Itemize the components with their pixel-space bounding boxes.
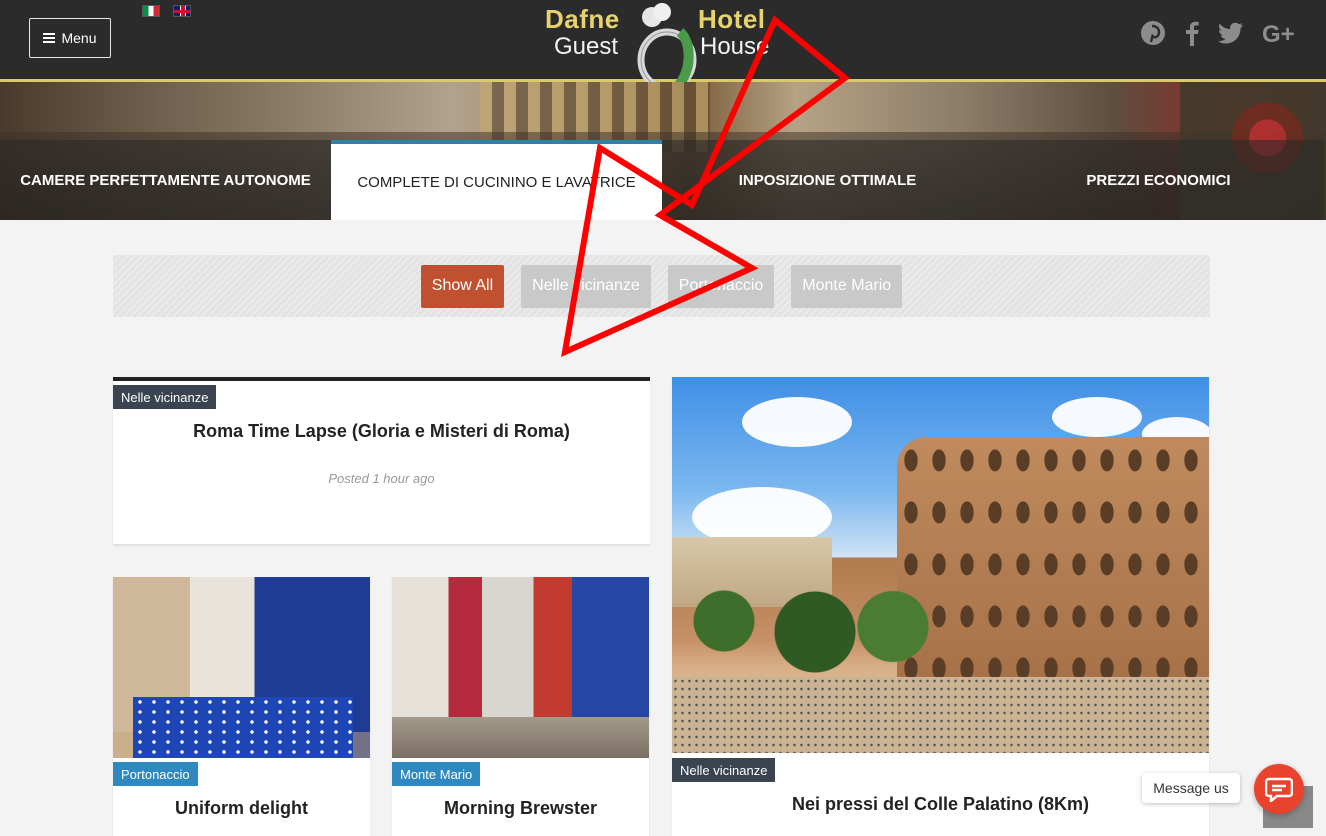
post-card[interactable]: Nelle vicinanze Roma Time Lapse (Gloria …	[113, 377, 650, 544]
svg-text:G+: G+	[1262, 21, 1295, 46]
twitter-icon[interactable]	[1218, 22, 1244, 44]
category-badge[interactable]: Portonaccio	[113, 762, 198, 786]
logo-text-dafne: Dafne	[545, 4, 620, 34]
social-links: G+	[1140, 20, 1300, 46]
menu-label: Menu	[61, 30, 97, 46]
filter-monte-mario[interactable]: Monte Mario	[791, 264, 903, 308]
category-badge[interactable]: Nelle vicinanze	[113, 385, 217, 409]
post-date: Posted 1 hour ago	[328, 471, 435, 486]
english-flag-icon[interactable]	[173, 5, 191, 17]
room-photo[interactable]	[113, 577, 370, 758]
tab-camere-autonome[interactable]: CAMERE PERFETTAMENTE AUTONOME	[0, 140, 331, 220]
category-badge[interactable]: Nelle vicinanze	[672, 758, 776, 782]
tab-prezzi-economici[interactable]: PREZZI ECONOMICI	[993, 140, 1324, 220]
facebook-icon[interactable]	[1184, 20, 1200, 46]
chat-button[interactable]	[1254, 764, 1304, 814]
site-header: Menu Dafne Hotel Guest House G+	[0, 0, 1326, 94]
post-title[interactable]: Nei pressi del Colle Palatino (8Km)	[672, 794, 1209, 815]
category-filter-bar: Show All Nelle vicinanze Portonaccio Mon…	[113, 255, 1210, 317]
logo-text-house: House	[700, 33, 770, 60]
pinterest-icon[interactable]	[1140, 20, 1166, 46]
logo-text-guest: Guest	[554, 33, 619, 60]
tab-posizione-ottimale[interactable]: INPOSIZIONE OTTIMALE	[662, 140, 993, 220]
hamburger-icon	[43, 33, 56, 43]
filter-portonaccio[interactable]: Portonaccio	[667, 264, 775, 308]
italian-flag-icon[interactable]	[142, 5, 160, 17]
logo-text-hotel: Hotel	[698, 4, 766, 34]
chat-tooltip[interactable]: Message us	[1142, 773, 1240, 803]
post-title[interactable]: Roma Time Lapse (Gloria e Misteri di Rom…	[113, 421, 650, 442]
post-title[interactable]: Uniform delight	[113, 798, 370, 819]
colosseum-photo[interactable]	[672, 377, 1209, 753]
chat-bubble-icon	[1265, 777, 1293, 802]
feature-tabs: CAMERE PERFETTAMENTE AUTONOME COMPLETE D…	[0, 140, 1326, 220]
post-title[interactable]: Morning Brewster	[392, 798, 649, 819]
post-card[interactable]: Monte Mario Morning Brewster	[392, 577, 649, 836]
category-badge[interactable]: Monte Mario	[392, 762, 481, 786]
google-plus-icon[interactable]: G+	[1262, 20, 1300, 46]
post-card[interactable]: Nelle vicinanze Nei pressi del Colle Pal…	[672, 377, 1209, 836]
filter-nelle-vicinanze[interactable]: Nelle vicinanze	[521, 264, 651, 308]
tab-cucinino-lavatrice[interactable]: COMPLETE DI CUCININO E LAVATRICE	[331, 140, 662, 220]
menu-button[interactable]: Menu	[29, 18, 111, 58]
room-photo[interactable]	[392, 577, 649, 758]
filter-show-all[interactable]: Show All	[420, 264, 505, 308]
post-card[interactable]: Portonaccio Uniform delight	[113, 577, 370, 836]
